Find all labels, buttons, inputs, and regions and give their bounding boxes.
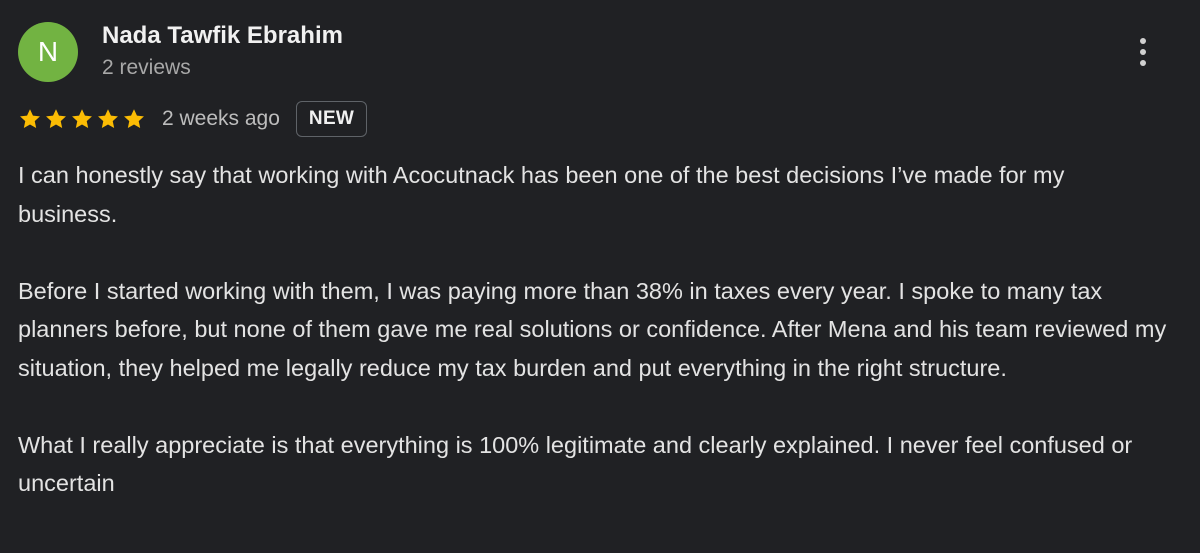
new-badge: NEW bbox=[295, 101, 368, 137]
reviewer-name[interactable]: Nada Tawfik Ebrahim bbox=[102, 22, 343, 50]
review-paragraph: What I really appreciate is that everyth… bbox=[18, 431, 1133, 497]
more-vert-icon-dot bbox=[1140, 49, 1146, 55]
review-paragraph: Before I started working with them, I wa… bbox=[18, 277, 1167, 381]
rating-row: 2 weeks ago NEW bbox=[18, 101, 368, 137]
star-icon bbox=[122, 107, 146, 131]
avatar-initial: N bbox=[37, 36, 59, 67]
star-icon bbox=[96, 107, 120, 131]
review-time: 2 weeks ago bbox=[162, 107, 280, 130]
review-paragraph: I can honestly say that working with Aco… bbox=[18, 162, 1065, 227]
review-text: I can honestly say that working with Aco… bbox=[18, 156, 1168, 503]
review-card: N Nada Tawfik Ebrahim 2 reviews 2 weeks … bbox=[0, 0, 1200, 553]
more-vert-icon-dot bbox=[1140, 60, 1146, 66]
more-vert-icon bbox=[1140, 38, 1146, 44]
star-icon bbox=[44, 107, 68, 131]
star-rating bbox=[18, 107, 146, 131]
review-count: 2 reviews bbox=[102, 56, 191, 79]
avatar[interactable]: N bbox=[18, 22, 78, 82]
more-options-button[interactable] bbox=[1126, 34, 1160, 70]
star-icon bbox=[70, 107, 94, 131]
star-icon bbox=[18, 107, 42, 131]
